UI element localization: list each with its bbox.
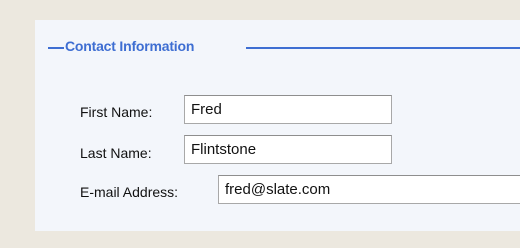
- fieldset-border-left: [48, 47, 64, 49]
- last-name-label: Last Name:: [80, 145, 152, 161]
- fieldset-border-right: [246, 47, 520, 49]
- email-label: E-mail Address:: [80, 184, 179, 200]
- first-name-input[interactable]: [184, 95, 392, 124]
- fieldset-legend: Contact Information: [65, 38, 195, 54]
- last-name-input[interactable]: [184, 135, 392, 164]
- email-input[interactable]: [218, 175, 520, 204]
- first-name-label: First Name:: [80, 104, 153, 120]
